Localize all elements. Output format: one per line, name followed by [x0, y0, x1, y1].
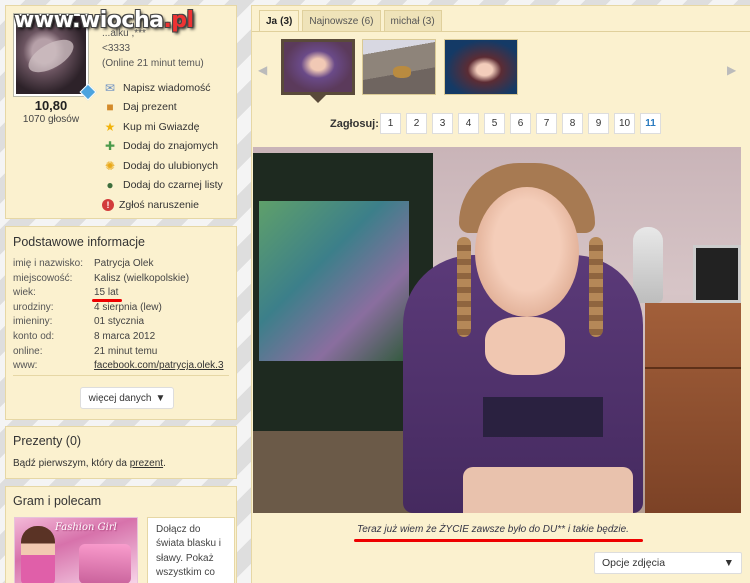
age-highlight-underline: [92, 299, 122, 302]
info-row-age: wiek: 15 lat: [13, 287, 119, 299]
star-icon: ★: [104, 119, 116, 134]
caption-highlight-underline: [354, 539, 643, 542]
add-friend-button[interactable]: ✚ Dodaj do znajomych: [102, 137, 223, 157]
wiocha-watermark-logo: www.wiocha.pl: [14, 8, 194, 33]
profile-online-status: (Online 21 minut temu): [102, 58, 204, 69]
photo-shape-frame: [693, 245, 741, 303]
selected-pointer-icon: [310, 95, 326, 103]
divider: [13, 375, 229, 376]
game-description: Dołącz do świata blasku i sławy. Pokaż w…: [147, 517, 235, 583]
tab-najnowsze[interactable]: Najnowsze (6): [302, 10, 381, 31]
profile-panel: 10,80 1070 głosów ...alku ,*** <3333 (On…: [5, 5, 237, 219]
photo-shape-chest: [485, 317, 565, 375]
photo-options-dropdown[interactable]: Opcje zdjęcia ▼: [594, 552, 742, 574]
photo-shape-stand: [253, 431, 413, 513]
vote-button-9[interactable]: 9: [588, 113, 609, 134]
photo-thumbnail-1[interactable]: [281, 39, 355, 95]
game-banner[interactable]: Fashion Girl: [14, 517, 138, 583]
chevron-down-icon: ▼: [723, 557, 734, 569]
gifts-title: Prezenty (0): [13, 434, 82, 448]
play-recommend-panel: Gram i polecam Fashion Girl Dołącz do św…: [5, 486, 237, 583]
vote-button-6[interactable]: 6: [510, 113, 531, 134]
tab-ja[interactable]: Ja (3): [259, 10, 300, 31]
profile-score: 10,80: [34, 98, 68, 113]
tabs-divider: [252, 31, 750, 32]
info-row-online: online: 21 minut temu: [13, 345, 158, 357]
gift-link[interactable]: prezent: [130, 458, 163, 469]
facebook-link[interactable]: facebook.com/patrycja.olek.3: [94, 360, 224, 375]
gift-icon: ■: [106, 100, 114, 115]
basic-info-list: imię i nazwisko: Patrycja Olek miejscowoś…: [13, 258, 235, 375]
add-blacklist-button[interactable]: ● Dodaj do czarnej listy: [102, 176, 222, 196]
game-logo: Fashion Girl: [55, 522, 117, 533]
info-row-account-since: konto od: 8 marca 2012: [13, 330, 156, 342]
profile-actions: ✉ Napisz wiadomość ■ Daj prezent ★ Kup mi G…: [102, 78, 223, 215]
tab-michal[interactable]: michał (3): [383, 10, 442, 31]
vote-button-4[interactable]: 4: [458, 113, 479, 134]
info-row-www: www: facebook.com/patrycja.olek.3: [13, 360, 235, 375]
gifts-text: Bądź pierwszym, który da prezent.: [13, 458, 166, 469]
info-row-birthday: urodziny: 4 sierpnia (lew): [13, 301, 162, 313]
game-character-shape: [21, 526, 55, 583]
photo-thumbnail-3[interactable]: [444, 39, 518, 95]
avatar-shape: [23, 33, 79, 79]
buy-star-button[interactable]: ★ Kup mi Gwiazdę: [102, 117, 223, 137]
report-icon: !: [102, 198, 114, 211]
photo-shape-shorts: [483, 397, 603, 437]
vote-button-7[interactable]: 7: [536, 113, 557, 134]
thumbnail-shape: [393, 66, 411, 78]
report-button[interactable]: ! Zgłoś naruszenie: [102, 195, 223, 215]
photo-caption: Teraz już wiem że ŻYCIE zawsze było do D…: [357, 524, 629, 535]
photo-thumbnail-2[interactable]: [362, 39, 436, 95]
prev-arrow-icon[interactable]: ◀: [258, 63, 267, 77]
photo-shape-screen: [259, 201, 409, 361]
info-row-city: miejscowość: Kalisz (wielkopolskie): [13, 272, 190, 284]
profile-status-line2: <3333: [102, 43, 131, 54]
main-photo[interactable]: [253, 147, 741, 513]
more-data-button[interactable]: więcej danych ▼: [80, 387, 174, 409]
info-row-nameday: imieniny: 01 stycznia: [13, 316, 145, 328]
profile-votes: 1070 głosów: [22, 114, 80, 125]
basic-info-title: Podstawowe informacje: [13, 235, 146, 249]
vote-button-1[interactable]: 1: [380, 113, 401, 134]
vote-button-2[interactable]: 2: [406, 113, 427, 134]
vote-button-5[interactable]: 5: [484, 113, 505, 134]
gifts-panel: Prezenty (0) Bądź pierwszym, który da pr…: [5, 426, 237, 479]
play-title: Gram i polecam: [13, 494, 102, 508]
vote-button-3[interactable]: 3: [432, 113, 453, 134]
photo-shape-shelf: [645, 303, 741, 513]
mail-icon: ✉: [104, 80, 116, 95]
photo-shape-figure: [633, 227, 663, 303]
photo-shape-braid-left: [457, 237, 471, 337]
gallery-panel: Ja (3) Najnowsze (6) michał (3) ◀ ▶ Zagłosu…: [251, 5, 750, 583]
chevron-down-icon: ▼: [155, 392, 166, 404]
basic-info-panel: Podstawowe informacje imię i nazwisko: Pa…: [5, 226, 237, 420]
next-arrow-icon[interactable]: ▶: [727, 63, 736, 77]
vote-button-11[interactable]: 11: [640, 113, 661, 134]
vote-button-8[interactable]: 8: [562, 113, 583, 134]
photo-shape-face: [475, 187, 579, 317]
photo-shape-legs: [463, 467, 633, 513]
vote-buttons: 1 2 3 4 5 6 7 8 9 10 11: [380, 113, 661, 134]
gallery-tabs: Ja (3) Najnowsze (6) michał (3): [259, 10, 442, 31]
send-message-button[interactable]: ✉ Napisz wiadomość: [102, 78, 223, 98]
add-favorite-button[interactable]: ✺ Dodaj do ulubionych: [102, 156, 223, 176]
game-decoration-shape: [79, 544, 131, 583]
photo-shape-braid-right: [589, 237, 603, 337]
give-gift-button[interactable]: ■ Daj prezent: [102, 98, 223, 118]
favorite-icon: ✺: [104, 158, 116, 173]
photo-shape-shelf-line: [645, 367, 741, 369]
blacklist-icon: ●: [106, 178, 114, 193]
vote-button-10[interactable]: 10: [614, 113, 635, 134]
add-friend-icon: ✚: [104, 139, 116, 154]
vote-label: Zagłosuj:: [330, 118, 379, 130]
info-row-name: imię i nazwisko: Patrycja Olek: [13, 258, 154, 269]
